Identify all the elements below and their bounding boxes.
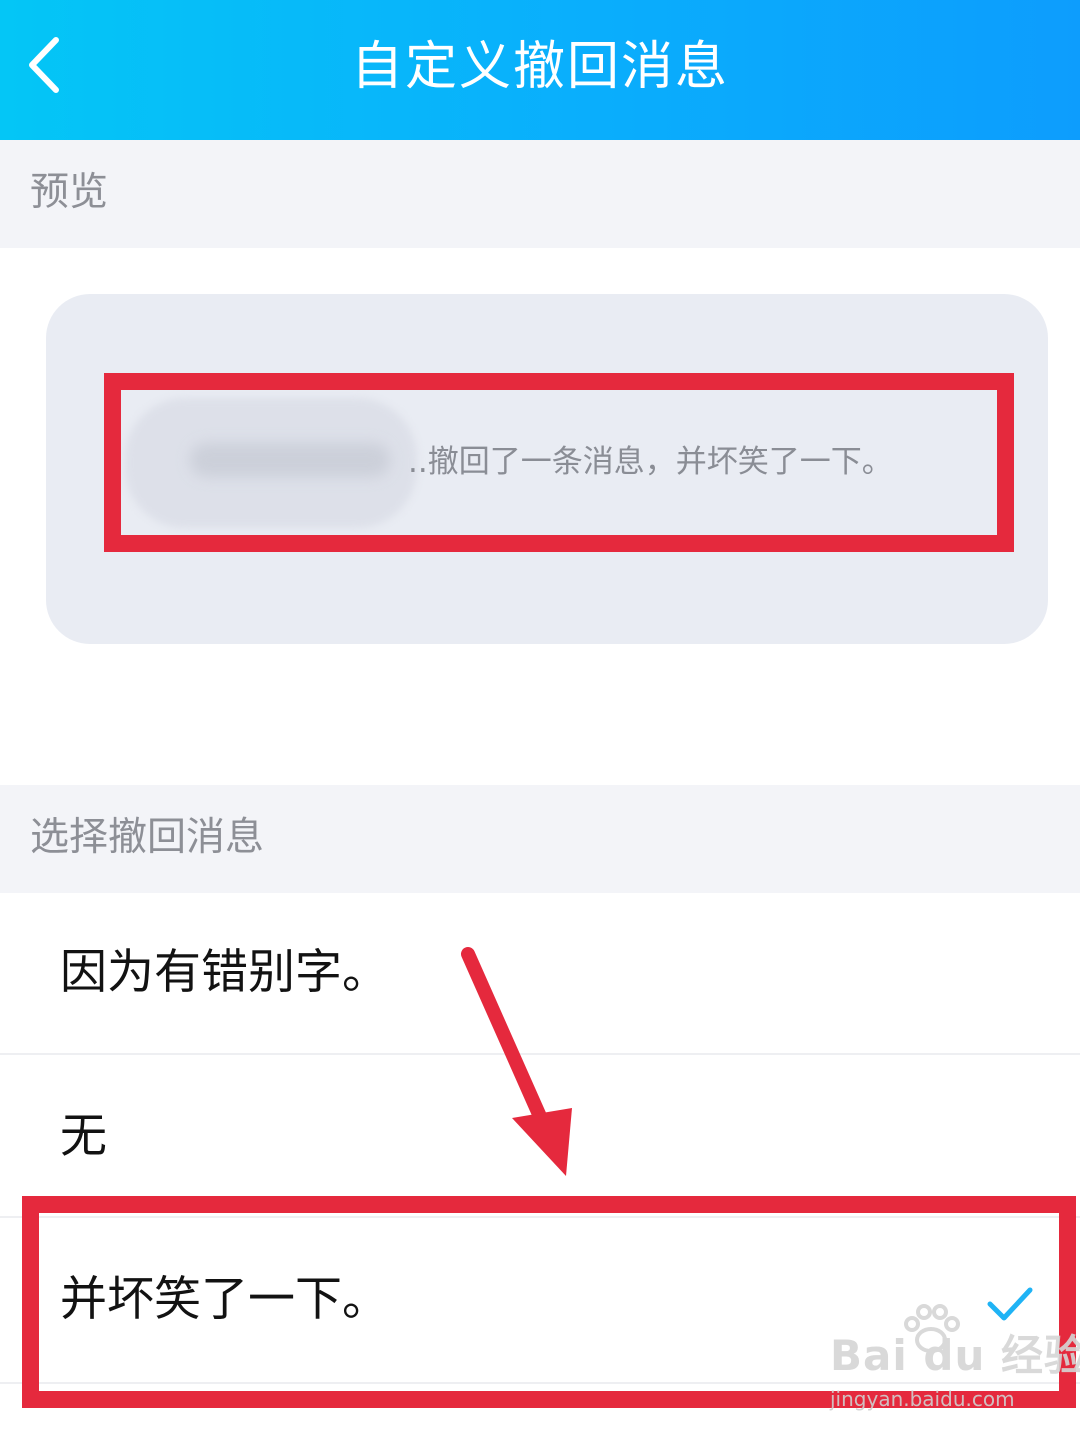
option-label: 无 — [60, 1109, 107, 1164]
preview-section-header: 预览 — [0, 140, 1080, 248]
preview-section-label: 预览 — [30, 170, 109, 215]
options-section-label: 选择撤回消息 — [30, 815, 265, 860]
baidu-jingyan-watermark: Bai du 经验 jingyan.baidu.com — [826, 1304, 1080, 1420]
annotation-box-preview — [104, 373, 1014, 552]
annotation-arrow-icon — [461, 947, 572, 1176]
watermark-url: jingyan.baidu.com — [830, 1387, 1015, 1411]
options-section-header: 选择撤回消息 — [0, 785, 1080, 893]
title-bar: 自定义撤回消息 — [0, 0, 1080, 140]
watermark-logo-text: Bai du 经验 — [830, 1331, 1080, 1380]
option-label: 因为有错别字。 — [60, 945, 389, 1000]
page-title: 自定义撤回消息 — [350, 37, 729, 97]
